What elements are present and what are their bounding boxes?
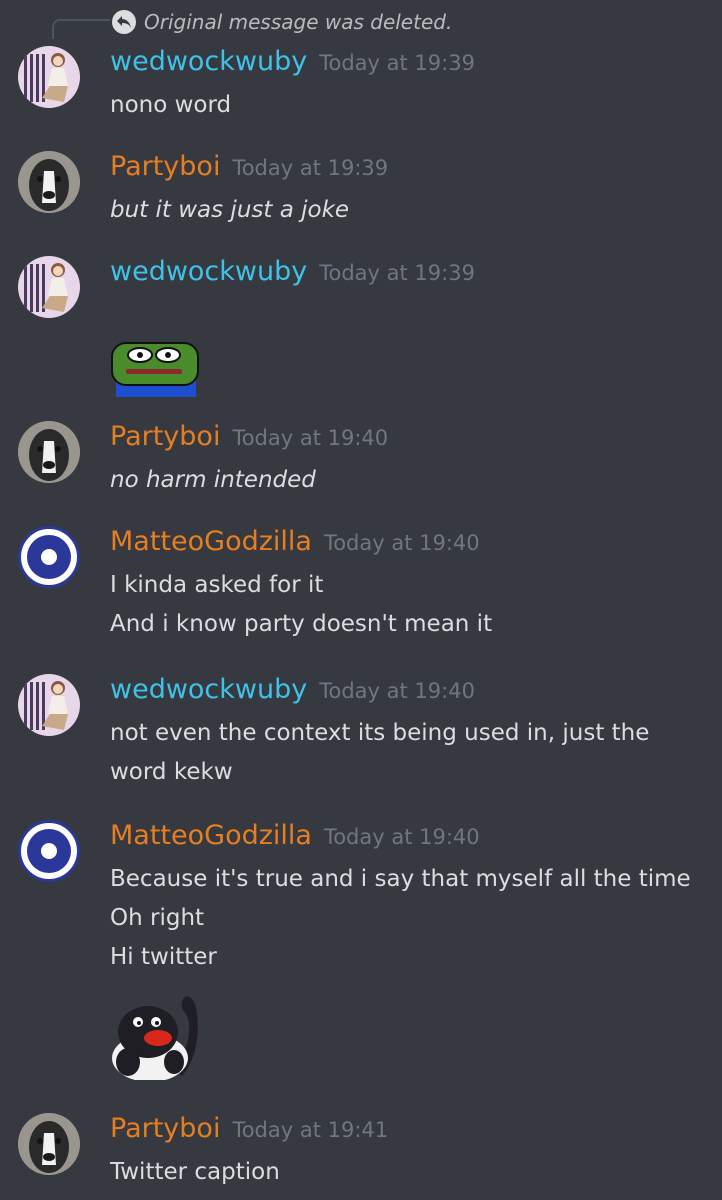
reply-reference[interactable]: Original message was deleted. xyxy=(112,6,452,38)
timestamp: Today at 19:40 xyxy=(323,825,480,849)
message: Partyboi Today at 19:40 no harm intended xyxy=(0,421,722,511)
message: wedwockwuby Today at 19:39 nono word xyxy=(0,46,722,136)
avatar[interactable] xyxy=(18,421,80,483)
reply-arrow-icon xyxy=(112,10,136,34)
message-text: but it was just a joke xyxy=(110,197,350,223)
reply-text: Original message was deleted. xyxy=(144,10,453,34)
avatar-ring-icon xyxy=(27,829,71,873)
message-text: Oh right xyxy=(110,905,205,931)
timestamp: Today at 19:40 xyxy=(232,426,389,450)
message-text: Hi twitter xyxy=(110,944,217,970)
reply-connector-line xyxy=(52,19,110,39)
message-text: I kinda asked for it xyxy=(110,572,324,598)
username[interactable]: MatteoGodzilla xyxy=(110,820,312,851)
avatar-ring-icon xyxy=(27,535,71,579)
username[interactable]: Partyboi xyxy=(110,1113,220,1144)
message-text: Because it's true and i say that myself … xyxy=(110,866,691,892)
timestamp: Today at 19:39 xyxy=(319,261,475,285)
avatar[interactable] xyxy=(18,151,80,213)
username[interactable]: Partyboi xyxy=(110,421,220,452)
message: wedwockwuby Today at 19:40 not even the … xyxy=(0,674,722,804)
message-text: no harm intended xyxy=(110,467,316,493)
avatar[interactable] xyxy=(18,1113,80,1175)
timestamp: Today at 19:39 xyxy=(319,51,475,75)
avatar[interactable] xyxy=(18,820,80,882)
message: MatteoGodzilla Today at 19:40 Because it… xyxy=(0,820,722,1090)
message-text: Twitter caption xyxy=(110,1159,280,1185)
avatar[interactable] xyxy=(18,46,80,108)
message-text: word kekw xyxy=(110,759,233,785)
username[interactable]: MatteoGodzilla xyxy=(110,526,312,557)
pingu-emoji[interactable] xyxy=(110,988,202,1084)
username[interactable]: Partyboi xyxy=(110,151,220,182)
username[interactable]: wedwockwuby xyxy=(110,46,307,77)
timestamp: Today at 19:39 xyxy=(232,156,389,180)
message: MatteoGodzilla Today at 19:40 I kinda as… xyxy=(0,526,722,656)
avatar[interactable] xyxy=(18,256,80,318)
message-text: And i know party doesn't mean it xyxy=(110,611,493,637)
message: wedwockwuby Today at 19:39 xyxy=(0,256,722,406)
username[interactable]: wedwockwuby xyxy=(110,256,307,287)
message-text: nono word xyxy=(110,92,232,118)
username[interactable]: wedwockwuby xyxy=(110,674,307,705)
message: Partyboi Today at 19:39 but it was just … xyxy=(0,151,722,241)
timestamp: Today at 19:40 xyxy=(323,531,480,555)
message-text: not even the context its being used in, … xyxy=(110,720,650,746)
avatar[interactable] xyxy=(18,674,80,736)
pepe-emoji[interactable] xyxy=(110,331,200,401)
timestamp: Today at 19:40 xyxy=(319,679,475,703)
timestamp: Today at 19:41 xyxy=(232,1118,389,1142)
avatar[interactable] xyxy=(18,526,80,588)
message: Partyboi Today at 19:41 Twitter caption xyxy=(0,1113,722,1200)
